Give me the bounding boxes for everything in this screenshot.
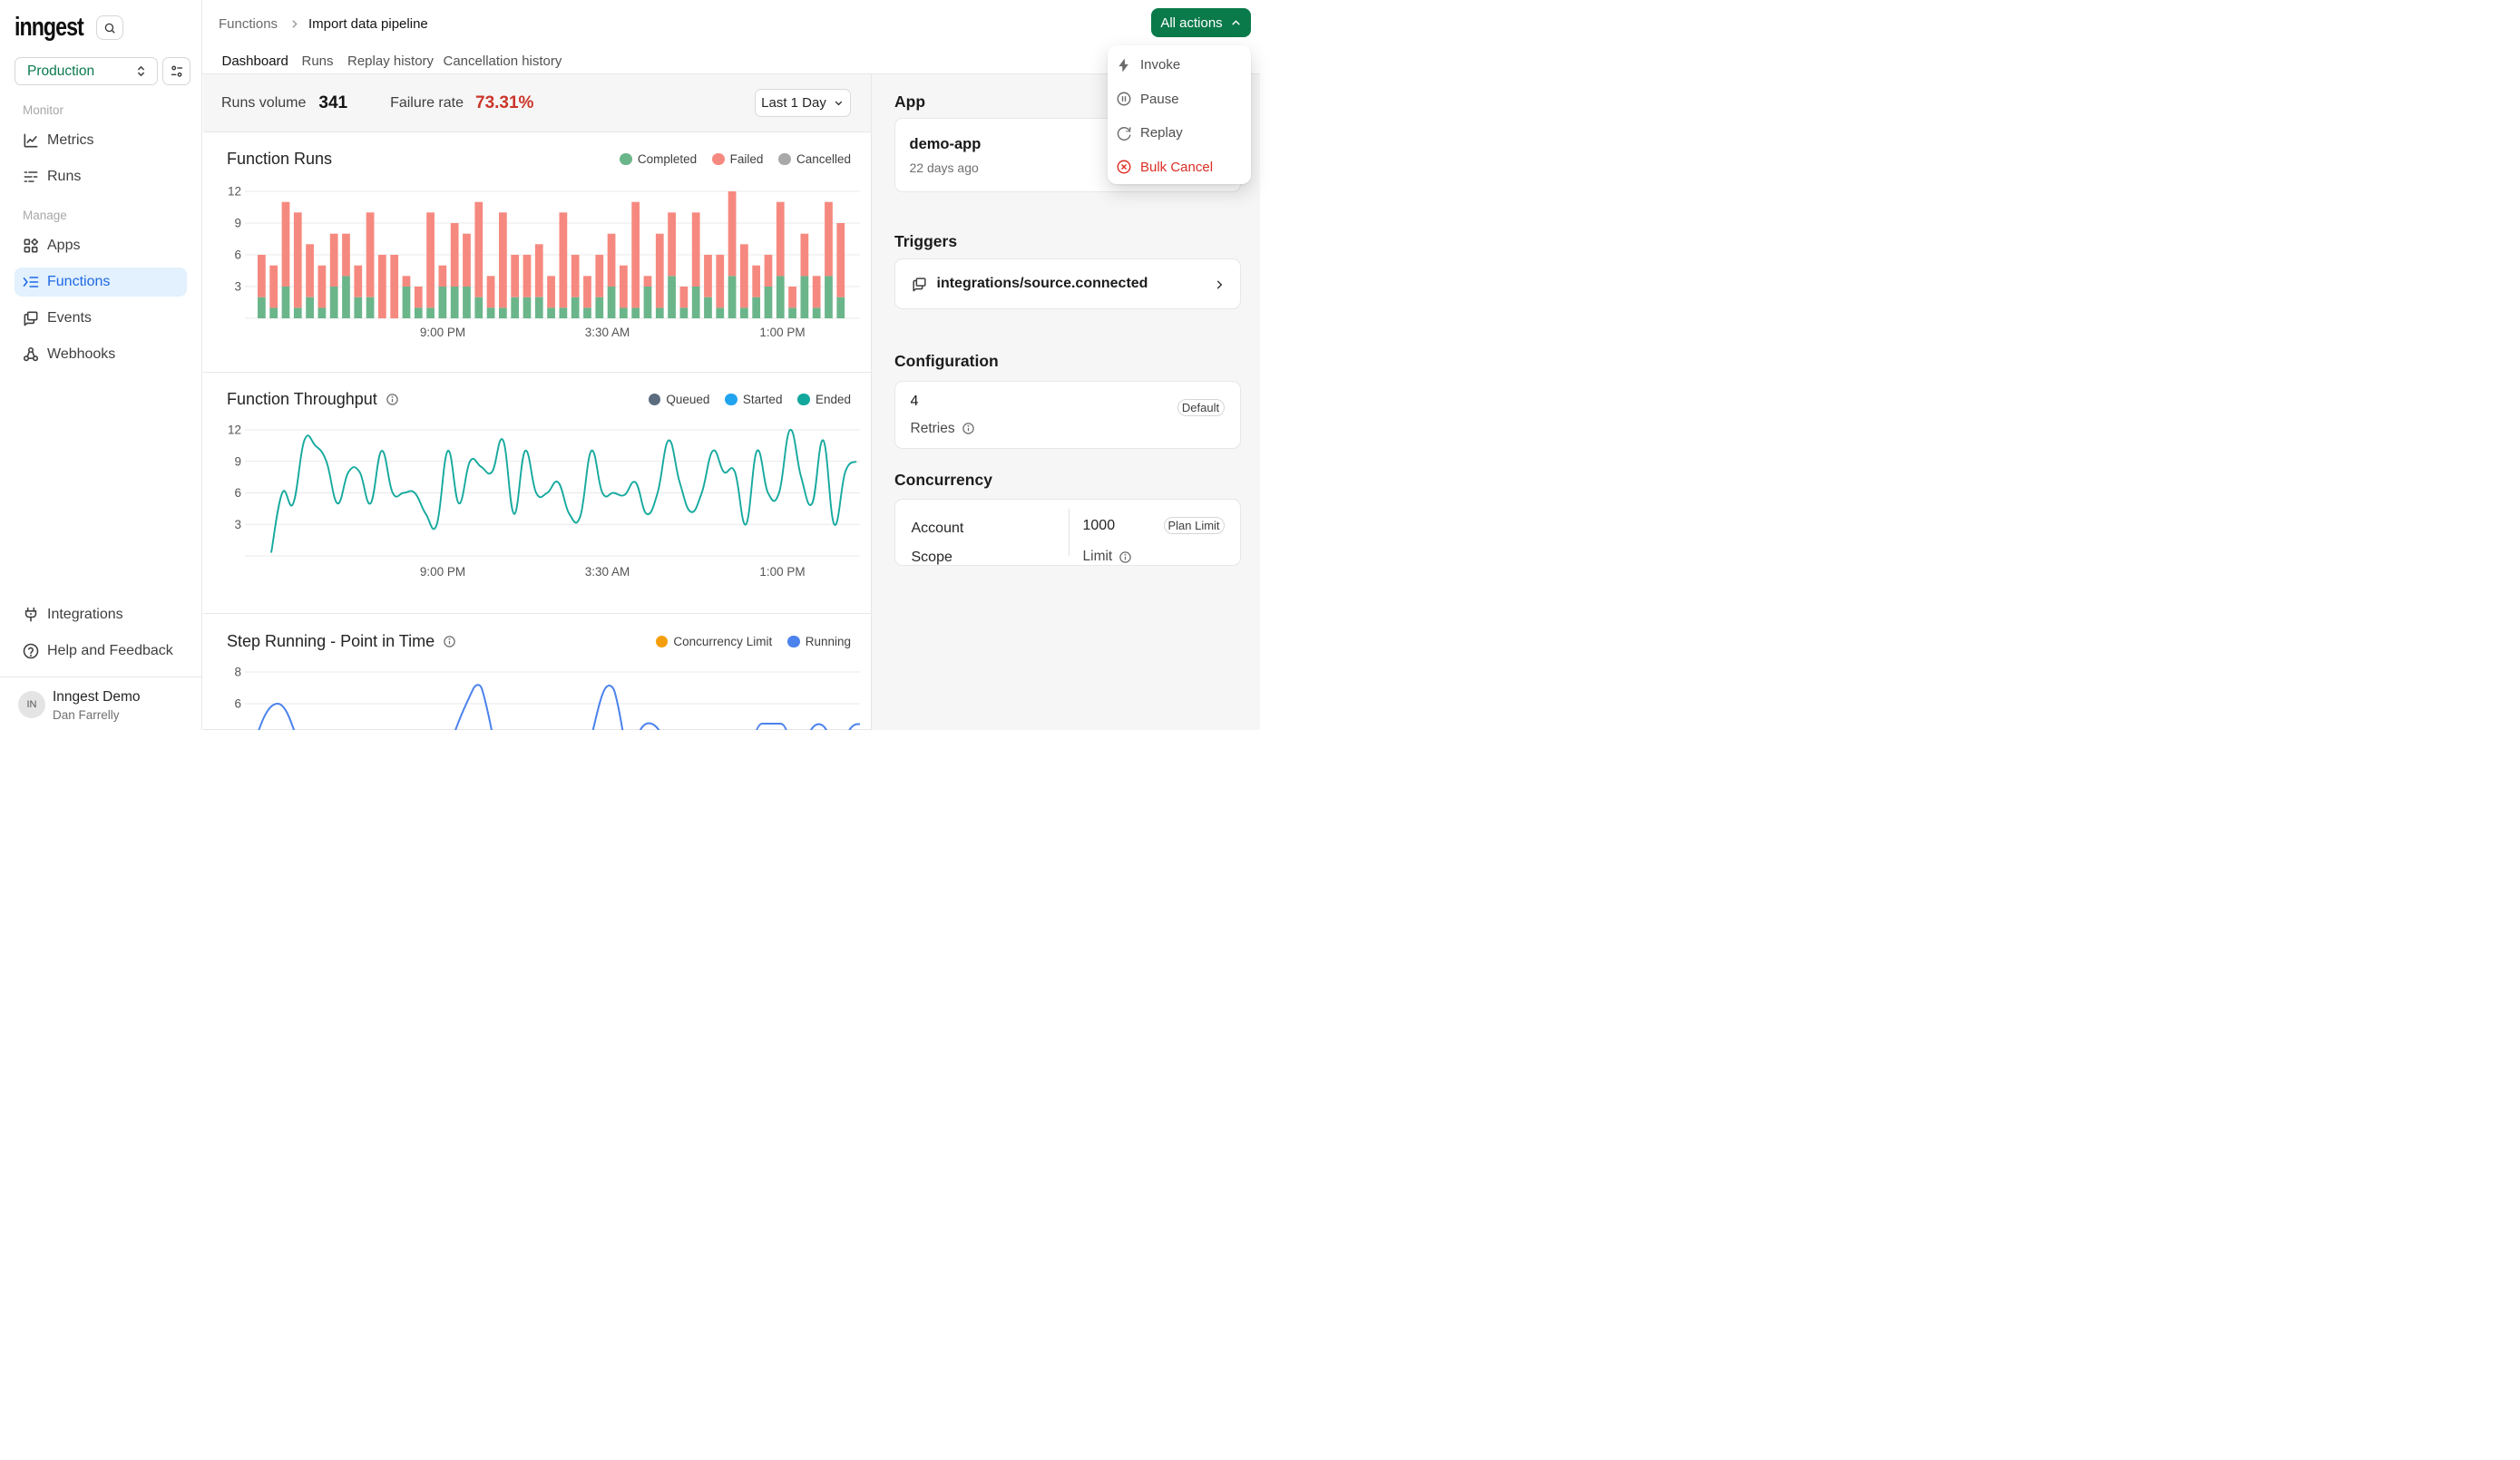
svg-text:6: 6 bbox=[234, 697, 241, 711]
svg-text:1:00 PM: 1:00 PM bbox=[759, 565, 805, 579]
svg-text:9: 9 bbox=[234, 454, 241, 468]
svg-text:12: 12 bbox=[228, 185, 241, 199]
svg-text:3:30 AM: 3:30 AM bbox=[585, 326, 630, 339]
svg-text:3: 3 bbox=[234, 518, 241, 531]
svg-text:6: 6 bbox=[234, 486, 241, 500]
svg-text:8: 8 bbox=[234, 666, 241, 679]
svg-text:1:00 PM: 1:00 PM bbox=[759, 326, 805, 339]
svg-text:6: 6 bbox=[234, 248, 241, 262]
svg-text:3: 3 bbox=[234, 280, 241, 294]
svg-text:12: 12 bbox=[228, 423, 241, 437]
svg-text:9:00 PM: 9:00 PM bbox=[420, 326, 465, 339]
svg-text:9:00 PM: 9:00 PM bbox=[420, 565, 465, 579]
svg-text:9: 9 bbox=[234, 217, 241, 230]
svg-text:3:30 AM: 3:30 AM bbox=[585, 565, 630, 579]
